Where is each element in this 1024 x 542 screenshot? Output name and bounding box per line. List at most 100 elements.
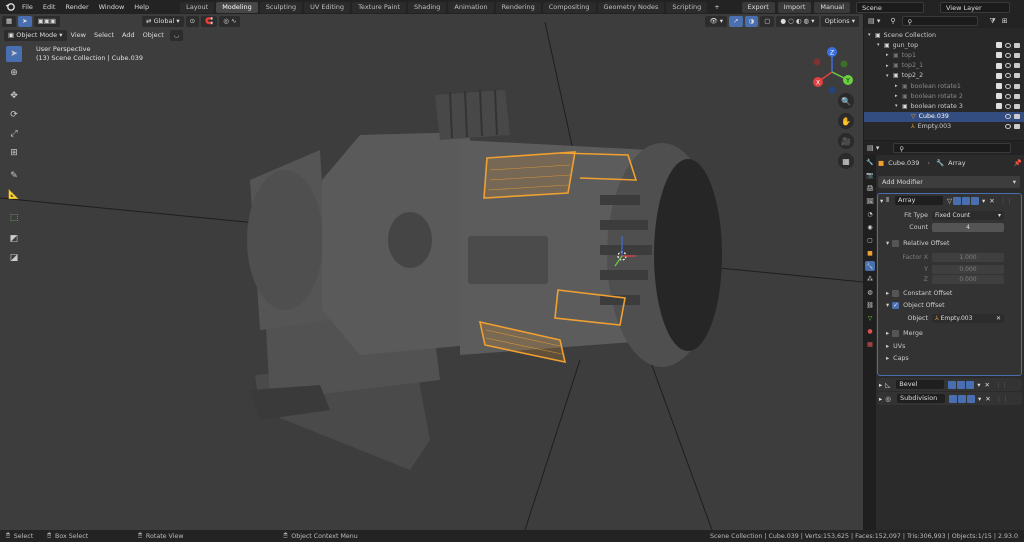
uvs-row[interactable]: ▸ UVs — [878, 340, 1021, 353]
outliner-row[interactable]: ▾ ▣ gun_top — [864, 40, 1024, 50]
render-display-icon[interactable] — [971, 196, 979, 205]
merge-checkbox[interactable] — [892, 330, 900, 338]
outliner-filter-funnel-icon[interactable]: ⧩ — [990, 17, 996, 26]
menu-select[interactable]: Select — [90, 31, 118, 39]
navigation-gizmo[interactable]: Z Y X — [808, 46, 856, 94]
xray-toggle-icon[interactable]: ▢ — [760, 15, 775, 27]
outliner-row[interactable]: ▸ ▣ top1 — [864, 50, 1024, 60]
remove-modifier-icon[interactable]: ✕ — [989, 197, 994, 205]
menu-object[interactable]: Object — [139, 31, 168, 39]
cage-toggle-icon[interactable] — [966, 380, 975, 389]
visibility-eye-icon[interactable] — [1005, 103, 1011, 109]
tab-scripting[interactable]: Scripting — [666, 1, 708, 13]
render-camera-icon[interactable] — [1014, 103, 1020, 109]
editor-type-icon[interactable]: ▦ — [2, 15, 17, 27]
viewport-display-icon[interactable] — [948, 380, 957, 389]
outliner-row[interactable]: ▸ ▣ top2_1 — [864, 61, 1024, 71]
exclude-checkbox[interactable] — [996, 62, 1002, 69]
outliner-editor-icon[interactable]: ▤ ▾ — [868, 17, 880, 25]
drag-handle-icon[interactable]: ⋮⋮ — [995, 381, 1008, 389]
tab-layout[interactable]: Layout — [180, 1, 215, 13]
render-camera-icon[interactable] — [1014, 83, 1020, 89]
tab-animation[interactable]: Animation — [448, 1, 494, 13]
world-tab-icon[interactable]: ◉ — [865, 222, 875, 232]
particles-tab-icon[interactable]: ⁂ — [865, 274, 875, 284]
disclosure-triangle-icon[interactable]: ▾ — [886, 73, 893, 79]
object-extra-icon[interactable]: ◡ — [169, 29, 184, 41]
outliner-row[interactable]: ⅄ Empty.003 — [864, 122, 1024, 132]
disclosure-triangle-icon[interactable]: ▸ — [886, 52, 893, 58]
drag-handle-icon[interactable]: ⋮⋮ — [1000, 197, 1013, 205]
expand-chevron-icon[interactable]: ▸ — [886, 355, 889, 362]
collapse-chevron-icon[interactable]: ▾ — [886, 302, 889, 309]
gizmo-toggle-icon[interactable]: ↗ — [729, 15, 743, 27]
physics-tab-icon[interactable]: ◍ — [865, 287, 875, 297]
cage-toggle-icon[interactable] — [953, 196, 961, 205]
cursor-tool-icon[interactable]: ⊕ — [6, 65, 22, 81]
view-layer-selector[interactable]: View Layer — [940, 1, 1010, 13]
visibility-eye-icon[interactable] — [1005, 42, 1011, 48]
expand-chevron-icon[interactable]: ▸ — [886, 343, 889, 350]
relative-offset-row[interactable]: ▾ Relative Offset — [878, 237, 1021, 250]
array-modifier-header[interactable]: ▾ ⫴ Array ▽ ▾ ✕ ⋮⋮ — [878, 194, 1021, 207]
add-workspace-button[interactable]: + — [709, 0, 724, 14]
camera-view-icon[interactable]: 🎥 — [838, 133, 854, 149]
annotate-tool-icon[interactable]: ✎ — [6, 168, 22, 184]
properties-editor-icon[interactable]: ▤ ▾ — [867, 144, 879, 152]
disclosure-triangle-icon[interactable]: ▸ — [895, 93, 902, 99]
tab-sculpting[interactable]: Sculpting — [259, 1, 303, 13]
visibility-eye-icon[interactable] — [1005, 63, 1011, 69]
scene-selector[interactable]: Scene — [856, 1, 924, 13]
render-display-icon[interactable] — [957, 380, 966, 389]
options-dropdown[interactable]: Options ▾ — [820, 15, 859, 27]
3d-viewport[interactable]: ▦ ➤ ▣▣▣ ⇄ Global ▾ ⊙ 🧲 ◎ ∿ 👁 ▾ ↗ ◑ ▢ ● ○… — [0, 14, 863, 530]
disclosure-triangle-icon[interactable]: ▾ — [877, 42, 884, 48]
pan-hand-icon[interactable]: ✋ — [838, 113, 854, 129]
collapse-chevron-icon[interactable]: ▾ — [886, 240, 889, 247]
add-modifier-dropdown[interactable]: Add Modifier ▾ — [878, 176, 1020, 188]
outliner-row[interactable]: ▸ ▣ boolean rotate 2 — [864, 91, 1024, 101]
bevel-name-field[interactable]: Bevel — [896, 380, 945, 389]
texture-tab-icon[interactable]: ▦ — [865, 339, 875, 349]
exclude-checkbox[interactable] — [996, 42, 1002, 49]
select-tool-icon[interactable]: ➤ — [6, 46, 22, 62]
tab-shading[interactable]: Shading — [408, 1, 447, 13]
tab-modeling[interactable]: Modeling — [216, 1, 258, 13]
menu-window[interactable]: Window — [94, 0, 130, 14]
object-tab-icon[interactable]: ■ — [865, 248, 875, 258]
shear-tool-icon[interactable]: ◩ — [6, 231, 22, 247]
blender-logo-icon[interactable] — [3, 0, 17, 14]
outliner-search-input[interactable]: ⚲ — [901, 16, 978, 26]
visibility-eye-icon[interactable] — [1005, 73, 1011, 79]
offset-object-field[interactable]: ⅄ Empty.003 ✕ — [932, 313, 1004, 323]
modifier-menu-icon[interactable]: ▾ — [977, 381, 980, 389]
outliner-row[interactable]: ▾ ▣ Scene Collection — [864, 30, 1024, 40]
tab-texture-paint[interactable]: Texture Paint — [352, 1, 407, 13]
scale-tool-icon[interactable]: ⤢ — [6, 126, 22, 142]
move-tool-icon[interactable]: ✥ — [6, 88, 22, 104]
bevel-modifier-header[interactable]: ▸ ◺ Bevel ▾ ✕ ⋮⋮ — [877, 378, 1022, 391]
material-tab-icon[interactable]: ● — [865, 326, 875, 336]
fit-type-dropdown[interactable]: Fixed Count ▾ — [932, 210, 1004, 220]
select-mode-icon[interactable]: ➤ — [18, 15, 32, 27]
clear-object-icon[interactable]: ✕ — [996, 314, 1001, 323]
render-camera-icon[interactable] — [1014, 73, 1020, 79]
subdivision-modifier-header[interactable]: ▸ ◎ Subdivision ▾ ✕ ⋮⋮ — [877, 392, 1022, 405]
pin-icon[interactable]: 📌 — [1014, 159, 1022, 167]
proportional-edit-icon[interactable]: ◎ ∿ — [219, 15, 241, 27]
visibility-eye-icon[interactable] — [1005, 83, 1011, 89]
visibility-eye-icon[interactable] — [1005, 93, 1011, 99]
view-object-types-icon[interactable]: 👁 ▾ — [705, 15, 728, 27]
output-tab-icon[interactable]: 🖨 — [865, 183, 875, 193]
properties-search-input[interactable]: ⚲ — [893, 143, 1012, 153]
transform-orientation-dropdown[interactable]: ⇄ Global ▾ — [142, 15, 184, 27]
tab-uv-editing[interactable]: UV Editing — [304, 1, 351, 13]
ortho-toggle-icon[interactable]: ▦ — [838, 153, 854, 169]
extra-tool-icon[interactable]: ◪ — [6, 250, 22, 266]
transform-tool-icon[interactable]: ⊞ — [6, 145, 22, 161]
exclude-checkbox[interactable] — [996, 103, 1002, 110]
exclude-checkbox[interactable] — [996, 93, 1002, 100]
object-offset-row[interactable]: ▾ ✓ Object Offset — [878, 300, 1021, 313]
modifier-menu-icon[interactable]: ▾ — [978, 395, 981, 403]
visibility-eye-icon[interactable] — [1005, 114, 1011, 120]
